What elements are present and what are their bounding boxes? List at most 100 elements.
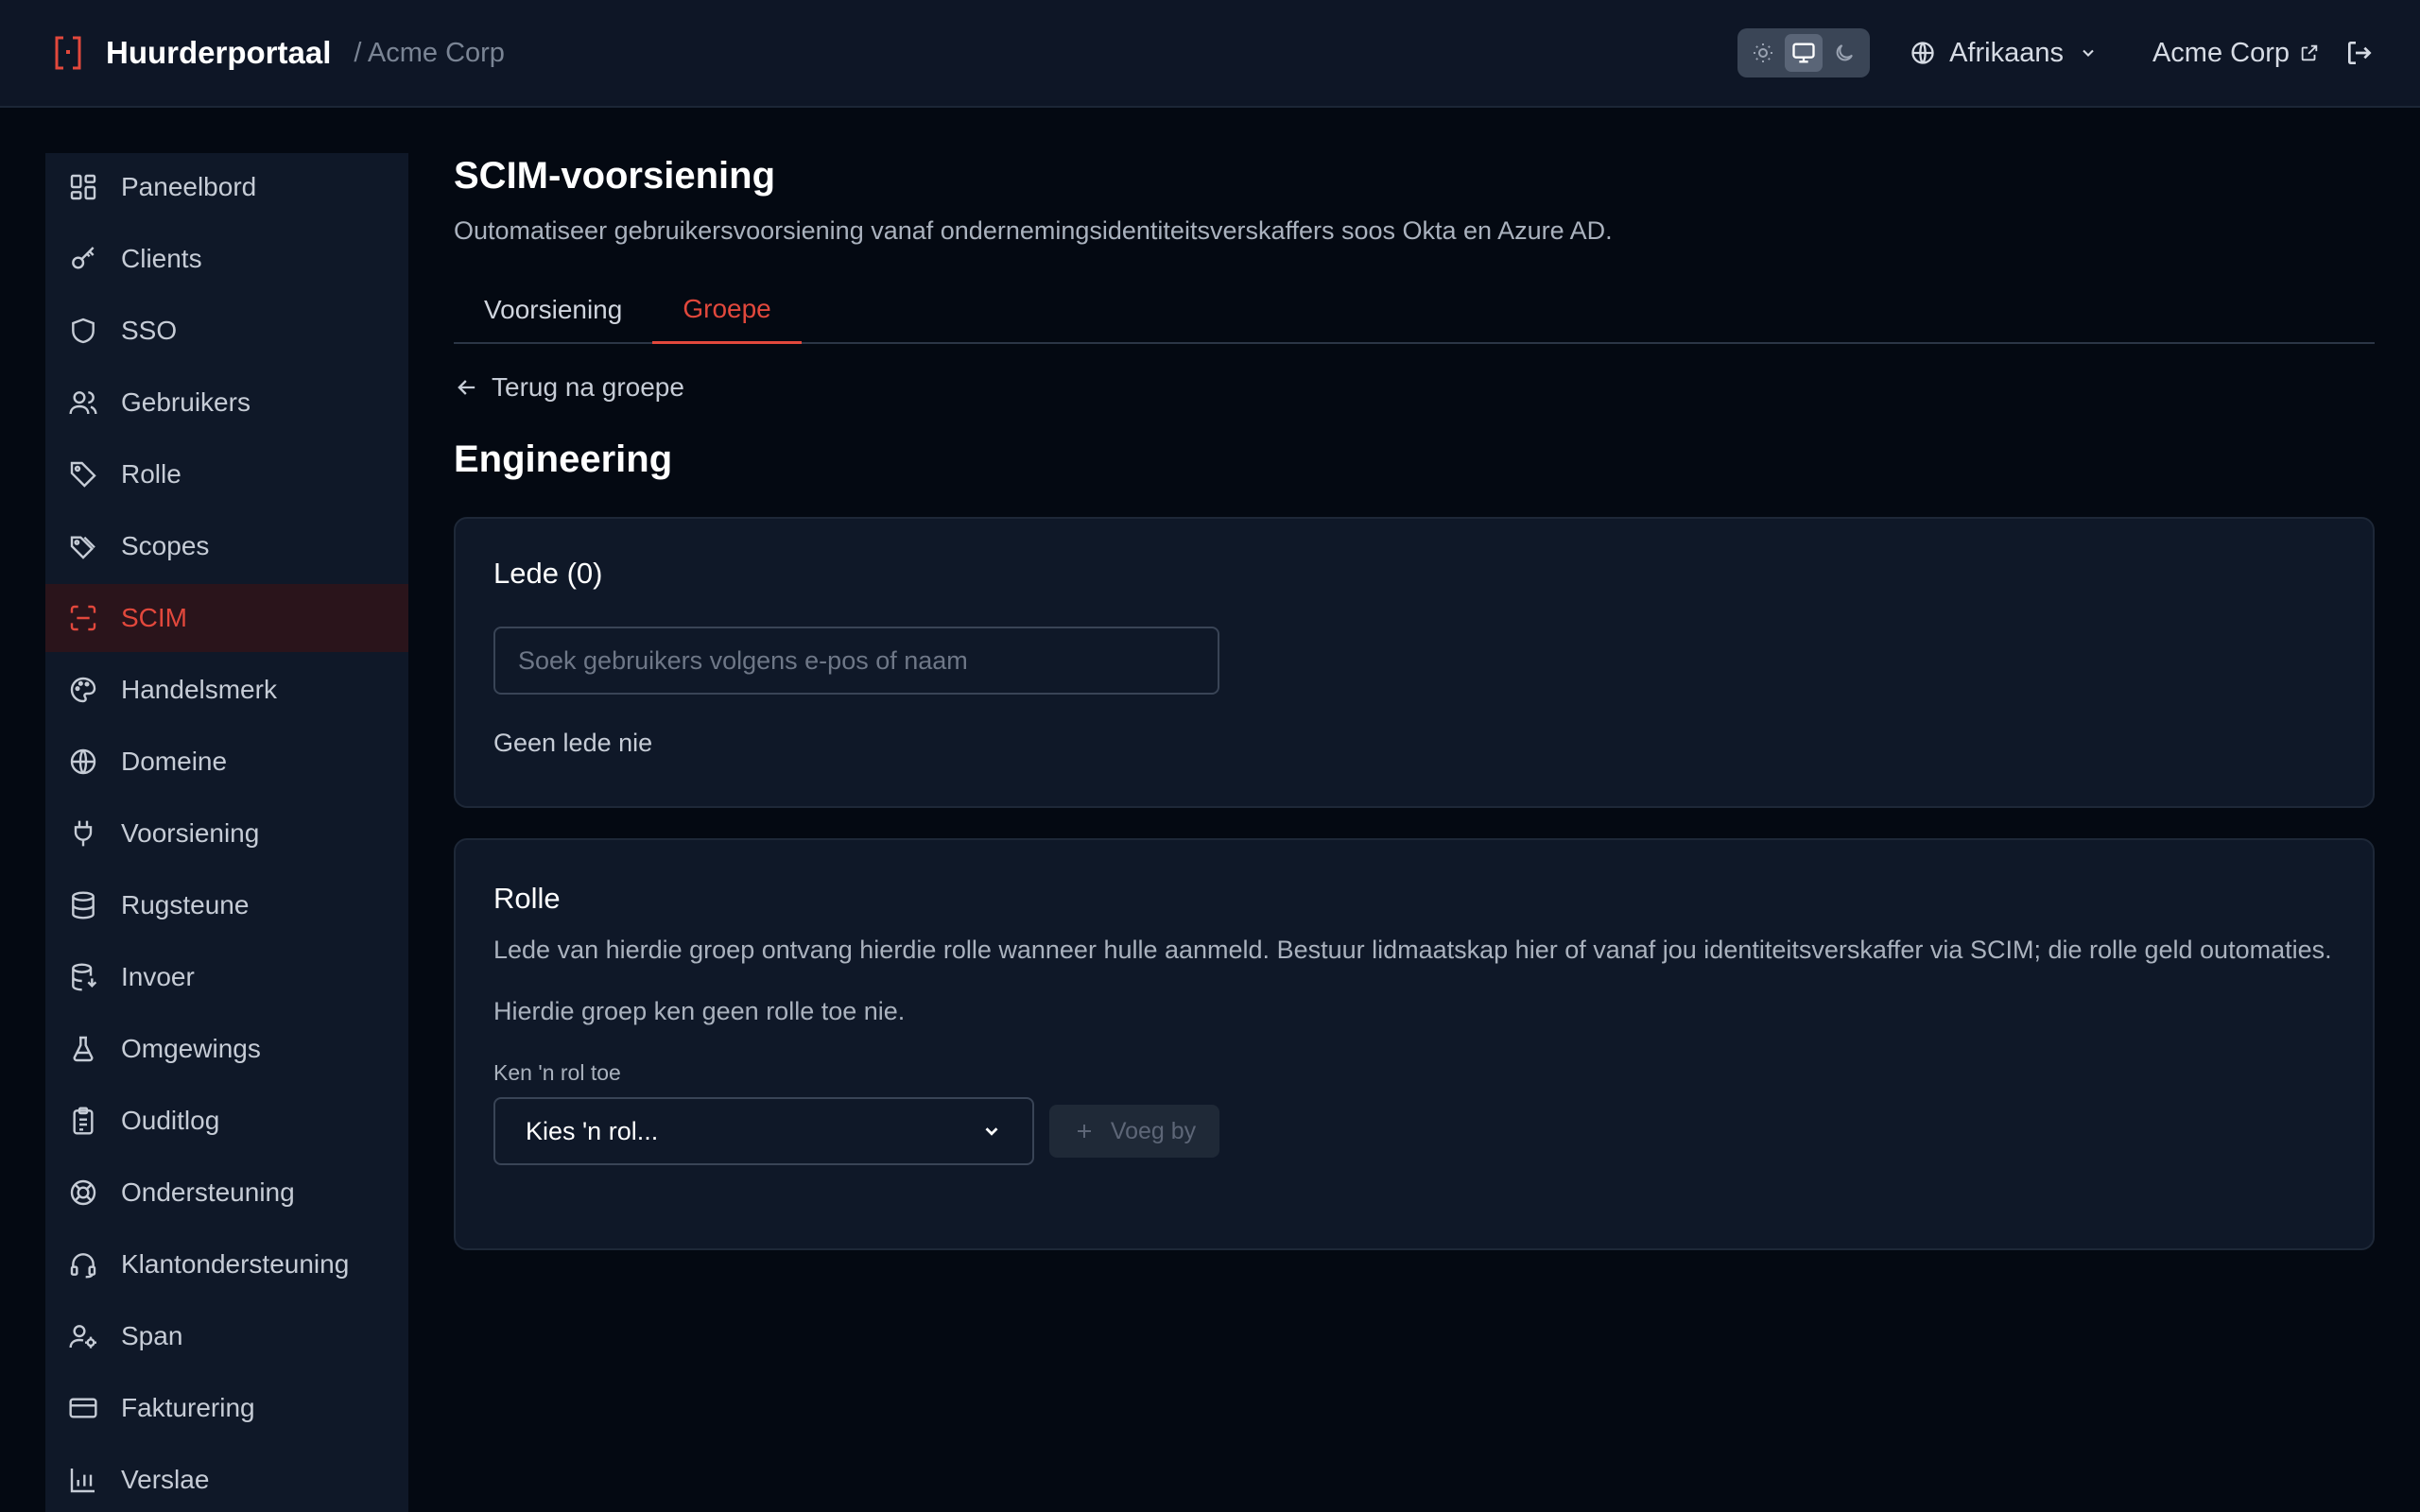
brand-name[interactable]: Huurderportaal bbox=[106, 35, 331, 71]
plug-icon bbox=[74, 820, 93, 847]
sidebar-item-rugsteune[interactable]: Rugsteune bbox=[45, 871, 408, 939]
user-cog-icon bbox=[69, 1325, 96, 1349]
organization-label: Acme Corp bbox=[2152, 37, 2290, 68]
sidebar-item-label: Rugsteune bbox=[121, 890, 250, 919]
scan-icon bbox=[70, 605, 96, 631]
sidebar-item-omgewings[interactable]: Omgewings bbox=[45, 1015, 408, 1083]
sidebar: Paneelbord Clients SSO Gebruikers Rolle … bbox=[45, 153, 408, 1512]
arrow-left-icon bbox=[458, 380, 475, 395]
sidebar-item-scopes[interactable]: Scopes bbox=[45, 512, 408, 580]
roles-empty-text: Hierdie groep ken geen rolle toe nie. bbox=[493, 997, 906, 1025]
page-title: SCIM-voorsiening bbox=[454, 155, 776, 197]
sidebar-item-label: Clients bbox=[121, 244, 202, 273]
dashboard-icon bbox=[70, 174, 96, 200]
sidebar-item-ouditlog[interactable]: Ouditlog bbox=[45, 1087, 408, 1155]
sidebar-item-sso[interactable]: SSO bbox=[45, 297, 408, 365]
breadcrumb-org: / Acme Corp bbox=[354, 37, 505, 68]
members-empty-text: Geen lede nie bbox=[493, 729, 653, 757]
sidebar-item-label: Ondersteuning bbox=[121, 1177, 295, 1207]
sidebar-item-label: Scopes bbox=[121, 531, 210, 560]
external-link-icon bbox=[2301, 44, 2318, 61]
sidebar-item-label: Rolle bbox=[121, 459, 182, 489]
headset-icon bbox=[70, 1253, 96, 1279]
tab-bar: Voorsiening Groepe bbox=[454, 276, 2375, 344]
clipboard-icon bbox=[73, 1107, 94, 1135]
dark-theme-button[interactable] bbox=[1825, 34, 1863, 72]
sidebar-item-label: SCIM bbox=[121, 603, 187, 632]
sidebar-item-scim[interactable]: SCIM bbox=[45, 584, 408, 652]
sidebar-item-domeine[interactable]: Domeine bbox=[45, 728, 408, 796]
sidebar-item-fakturering[interactable]: Fakturering bbox=[45, 1374, 408, 1442]
sidebar-item-label: Domeine bbox=[121, 747, 228, 776]
plus-icon bbox=[1077, 1125, 1091, 1138]
globe-icon bbox=[1911, 42, 1934, 64]
database-import-icon bbox=[72, 963, 97, 991]
tab-voorsiening[interactable]: Voorsiening bbox=[454, 276, 652, 344]
sidebar-item-rolle[interactable]: Rolle bbox=[45, 440, 408, 508]
sidebar-item-label: Verslae bbox=[121, 1465, 210, 1494]
back-label: Terug na groepe bbox=[492, 372, 684, 402]
sidebar-item-gebruikers[interactable]: Gebruikers bbox=[45, 369, 408, 437]
group-title: Engineering bbox=[454, 438, 673, 480]
light-theme-button[interactable] bbox=[1744, 34, 1782, 72]
theme-switcher bbox=[1737, 28, 1871, 77]
roles-description: Lede van hierdie groep ontvang hierdie r… bbox=[493, 936, 2332, 964]
role-select-value: Kies 'n rol... bbox=[526, 1116, 659, 1145]
logout-button[interactable] bbox=[2344, 38, 2375, 68]
sidebar-item-label: Fakturering bbox=[121, 1393, 255, 1422]
sidebar-item-invoer[interactable]: Invoer bbox=[45, 943, 408, 1011]
back-to-groups-link[interactable]: Terug na groepe bbox=[454, 372, 2375, 403]
bar-chart-icon bbox=[70, 1469, 95, 1493]
sun-icon bbox=[1754, 43, 1773, 62]
brand-logo-icon bbox=[55, 36, 81, 70]
language-label: Afrikaans bbox=[1949, 37, 2064, 68]
sidebar-item-voorsiening[interactable]: Voorsiening bbox=[45, 799, 408, 868]
role-select[interactable]: Kies 'n rol... bbox=[493, 1097, 1034, 1165]
users-icon bbox=[69, 391, 97, 415]
sidebar-item-label: Voorsiening bbox=[121, 818, 260, 848]
sidebar-item-label: Handelsmerk bbox=[121, 675, 277, 704]
tags-icon bbox=[70, 536, 95, 559]
key-icon bbox=[72, 247, 95, 269]
main-content: SCIM-voorsiening Outomatiseer gebruikers… bbox=[454, 153, 2375, 1250]
sidebar-item-klantondersteuning[interactable]: Klantondersteuning bbox=[45, 1230, 408, 1298]
sidebar-item-handelsmerk[interactable]: Handelsmerk bbox=[45, 656, 408, 724]
assign-role-label: Ken 'n rol toe bbox=[493, 1060, 621, 1085]
shield-icon bbox=[72, 318, 95, 344]
logout-icon bbox=[2348, 42, 2372, 64]
chevron-down-icon bbox=[985, 1127, 998, 1136]
system-theme-button[interactable] bbox=[1785, 34, 1824, 72]
add-role-button[interactable]: Voeg by bbox=[1049, 1105, 1219, 1158]
globe-icon bbox=[70, 748, 96, 775]
sidebar-item-clients[interactable]: Clients bbox=[45, 225, 408, 293]
moon-icon bbox=[1836, 44, 1853, 61]
members-title: Lede (0) bbox=[493, 557, 603, 590]
chevron-down-icon bbox=[2083, 49, 2094, 57]
lifebuoy-icon bbox=[70, 1179, 96, 1206]
sidebar-item-ondersteuning[interactable]: Ondersteuning bbox=[45, 1159, 408, 1227]
sidebar-item-verslae[interactable]: Verslae bbox=[45, 1446, 408, 1512]
sidebar-item-label: Klantondersteuning bbox=[121, 1249, 350, 1279]
database-icon bbox=[72, 891, 95, 919]
sidebar-item-paneelbord[interactable]: Paneelbord bbox=[45, 153, 408, 221]
top-bar: Huurderportaal / Acme Corp Afrikaans Acm… bbox=[0, 0, 2420, 108]
roles-title: Rolle bbox=[493, 882, 561, 915]
page-description: Outomatiseer gebruikersvoorsiening vanaf… bbox=[454, 216, 1613, 245]
add-role-label: Voeg by bbox=[1110, 1117, 1197, 1144]
sidebar-item-label: Span bbox=[121, 1321, 183, 1350]
member-search-input[interactable] bbox=[493, 627, 1219, 695]
language-selector[interactable]: Afrikaans bbox=[1910, 38, 2111, 69]
palette-icon bbox=[70, 677, 96, 703]
roles-card: Rolle Lede van hierdie groep ontvang hie… bbox=[454, 838, 2375, 1250]
sidebar-item-label: SSO bbox=[121, 316, 178, 345]
monitor-icon bbox=[1792, 43, 1815, 63]
sidebar-item-label: Gebruikers bbox=[121, 387, 251, 417]
sidebar-item-label: Ouditlog bbox=[121, 1106, 220, 1135]
sidebar-item-span[interactable]: Span bbox=[45, 1302, 408, 1370]
tab-groepe[interactable]: Groepe bbox=[652, 276, 802, 344]
sidebar-item-label: Invoer bbox=[121, 962, 195, 991]
sidebar-item-label: Paneelbord bbox=[121, 172, 257, 201]
sidebar-item-label: Omgewings bbox=[121, 1034, 261, 1063]
organization-link[interactable]: Acme Corp bbox=[2152, 38, 2320, 69]
credit-card-icon bbox=[69, 1398, 97, 1418]
